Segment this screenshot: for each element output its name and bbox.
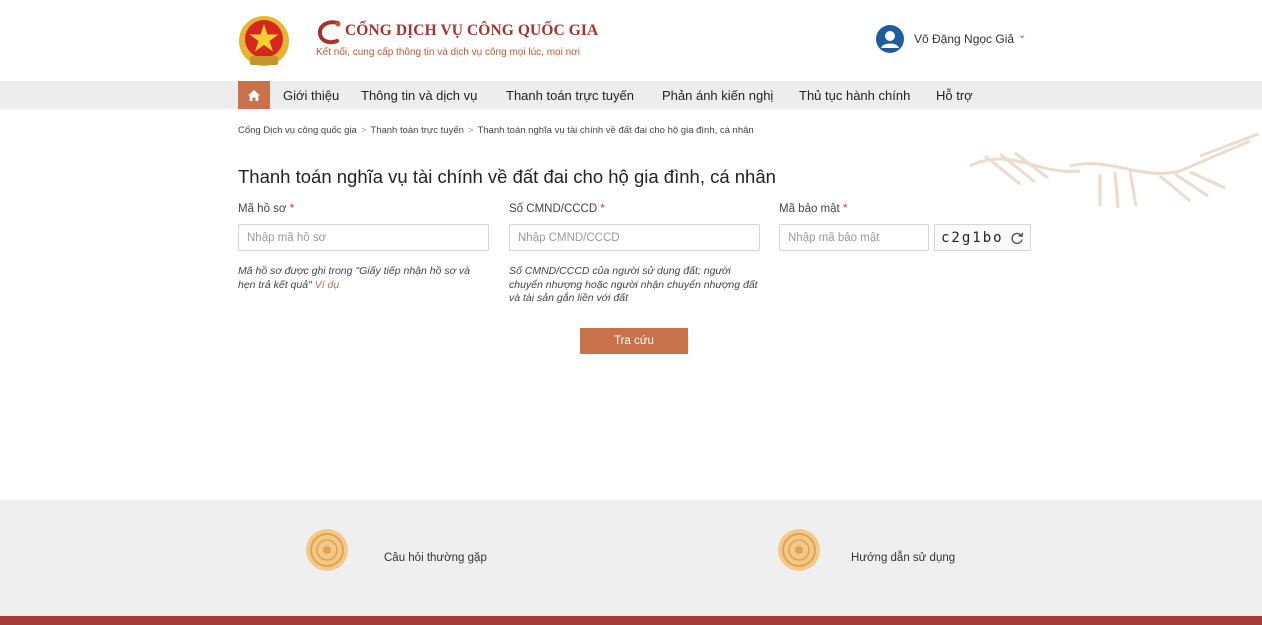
captcha-label: Mã bảo mật * bbox=[779, 203, 847, 215]
site-header: CỔNG DỊCH VỤ CÔNG QUỐC GIA Kết nối, cung… bbox=[0, 0, 1262, 80]
breadcrumb-home[interactable]: Cổng Dịch vụ công quốc gia bbox=[238, 125, 357, 136]
guide-emblem-icon[interactable] bbox=[777, 528, 821, 572]
faq-link[interactable]: Câu hỏi thường gặp bbox=[384, 552, 487, 564]
chevron-down-icon[interactable]: ⌄ bbox=[1018, 30, 1026, 41]
footer: Câu hỏi thường gặp Hướng dẫn sử dụng bbox=[0, 500, 1262, 616]
breadcrumb-separator: > bbox=[360, 125, 367, 136]
required-mark: * bbox=[842, 203, 848, 215]
home-icon bbox=[248, 89, 260, 101]
nav-item-ho-tro[interactable]: Hỗ trợ bbox=[936, 88, 973, 103]
captcha-image: c2g1bo bbox=[934, 224, 1031, 251]
portal-title[interactable]: CỔNG DỊCH VỤ CÔNG QUỐC GIA bbox=[345, 22, 598, 40]
ma-ho-so-label-text: Mã hồ sơ bbox=[238, 203, 287, 215]
user-avatar-icon[interactable] bbox=[876, 25, 904, 53]
refresh-icon[interactable] bbox=[1010, 231, 1024, 245]
main-nav: Giới thiệu Thông tin và dịch vụ Thanh to… bbox=[0, 81, 1262, 109]
cmnd-label: Số CMND/CCCD * bbox=[509, 203, 605, 215]
cmnd-label-text: Số CMND/CCCD bbox=[509, 203, 598, 215]
user-name[interactable]: Võ Đặng Ngọc Giả bbox=[914, 32, 1014, 46]
nav-item-thong-tin-dich-vu[interactable]: Thông tin và dịch vụ bbox=[361, 88, 477, 103]
nav-item-phan-anh[interactable]: Phản ánh kiến nghị bbox=[662, 88, 773, 103]
breadcrumb-separator: > bbox=[467, 125, 474, 136]
ma-ho-so-hint: Mã hồ sơ được ghi trong "Giấy tiếp nhận … bbox=[238, 265, 488, 292]
bottom-bar bbox=[0, 616, 1262, 625]
ma-ho-so-hint-text: Mã hồ sơ được ghi trong "Giấy tiếp nhận … bbox=[238, 265, 470, 291]
faq-emblem-icon[interactable] bbox=[305, 528, 349, 572]
breadcrumb-payment[interactable]: Thanh toán trực tuyến bbox=[370, 125, 464, 136]
cmnd-hint: Số CMND/CCCD của người sử dụng đất; ngườ… bbox=[509, 265, 758, 304]
home-button[interactable] bbox=[238, 81, 270, 109]
nav-item-gioi-thieu[interactable]: Giới thiệu bbox=[283, 88, 339, 103]
national-emblem-icon[interactable] bbox=[238, 14, 290, 70]
cmnd-input[interactable] bbox=[509, 224, 760, 251]
ma-ho-so-label: Mã hồ sơ * bbox=[238, 203, 294, 215]
breadcrumb-current: Thanh toán nghĩa vụ tài chính về đất đai… bbox=[477, 125, 754, 136]
portal-subtitle: Kết nối, cung cấp thông tin và dịch vụ c… bbox=[316, 47, 580, 58]
search-submit-button[interactable]: Tra cứu bbox=[580, 328, 688, 354]
captcha-code: c2g1bo bbox=[941, 229, 1004, 246]
ma-ho-so-input[interactable] bbox=[238, 224, 489, 251]
page-title: Thanh toán nghĩa vụ tài chính về đất đai… bbox=[238, 166, 776, 187]
portal-logo-icon[interactable] bbox=[316, 18, 344, 46]
nav-item-thanh-toan[interactable]: Thanh toán trực tuyến bbox=[506, 88, 634, 103]
captcha-label-text: Mã bảo mật bbox=[779, 203, 840, 215]
breadcrumb: Cổng Dịch vụ công quốc gia > Thanh toán tr… bbox=[238, 125, 754, 136]
required-mark: * bbox=[289, 203, 295, 215]
required-mark: * bbox=[600, 203, 605, 215]
decorative-cranes-icon bbox=[969, 132, 1259, 209]
nav-item-thu-tuc[interactable]: Thủ tục hành chính bbox=[799, 88, 910, 103]
example-link[interactable]: Ví dụ bbox=[315, 279, 340, 291]
user-guide-link[interactable]: Hướng dẫn sử dụng bbox=[851, 552, 955, 564]
captcha-input[interactable] bbox=[779, 224, 929, 251]
